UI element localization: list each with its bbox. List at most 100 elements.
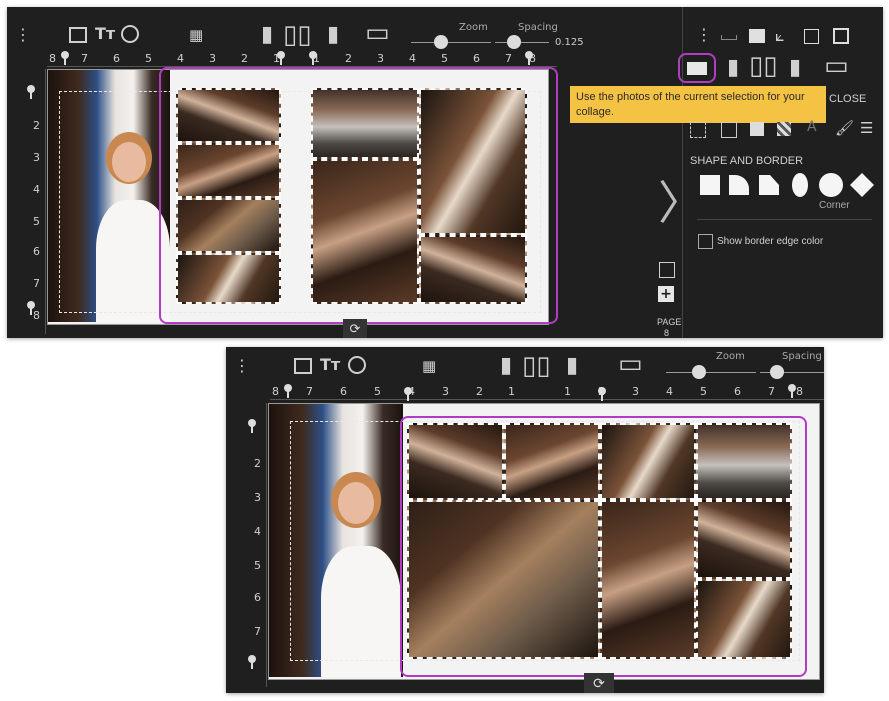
ruler-number: 4 [254,525,261,538]
ruler-number: 5 [33,215,40,228]
rotate-icon[interactable]: ⟳ [584,673,614,693]
border-inner-icon[interactable] [721,122,737,138]
ruler-number: 3 [632,385,639,398]
ruler-guide-handle[interactable] [309,51,317,65]
ruler-number: 4 [33,183,40,196]
ruler-number: 2 [241,52,248,65]
spread-view-icon[interactable]: ▯▯ [283,22,312,48]
right-panel-menu-icon[interactable]: ⋮ [696,25,712,44]
image-icon[interactable] [294,358,312,374]
ruler-number: 8 [49,52,56,65]
image-icon[interactable] [69,27,87,43]
ruler-guide-handle[interactable] [284,384,292,398]
tooltip: Use the photos of the current selection … [570,86,826,123]
zoom-slider-knob[interactable] [434,35,448,49]
ruler-number: 8 [796,385,803,398]
vertical-guide-handle[interactable] [27,85,35,99]
pattern-icon[interactable] [777,122,791,136]
border-edge-label: Show border edge color [717,236,824,247]
oval-shape-button[interactable] [792,173,808,197]
ruler-number: 6 [113,52,120,65]
zoom-slider-track[interactable] [411,42,491,43]
line-icon[interactable] [721,35,737,40]
next-page-arrow-icon[interactable]: 〉 [658,167,704,233]
book-icon[interactable]: ▭ [824,53,849,79]
diamond-shape-button[interactable] [850,173,874,197]
top-editor-panel: ⋮ Tт ▦ ▮ ▯▯ ▮ ▭ Zoom Spacing 0.125 8 7 6… [7,7,883,338]
add-icon[interactable]: + [658,286,674,302]
close-button[interactable]: CLOSE [829,93,866,105]
fill-icon[interactable] [750,122,764,136]
single-page-icon[interactable]: ▮ [727,57,739,79]
collage-selection-frame[interactable] [400,416,807,677]
ruler-guide-handle[interactable] [404,387,412,401]
circle-shape-button[interactable] [819,173,843,197]
vertical-dots-icon[interactable]: ⋮ [15,25,31,44]
zoom-label: Zoom [459,22,488,33]
rounded-corner-shape-button[interactable] [729,175,749,195]
spacing-value: 0.125 [555,37,584,48]
rotate-icon[interactable]: ⟳ [343,319,367,338]
right-page-view-icon[interactable]: ▮ [566,355,578,377]
left-page-view-icon[interactable]: ▮ [500,355,512,377]
zoom-label: Zoom [716,351,745,362]
horizontal-ruler: 8 7 6 5 4 3 2 1 1 2 3 4 5 6 7 8 [270,385,824,400]
left-page-view-icon[interactable]: ▮ [261,24,273,46]
layout-grid-icon[interactable]: ▦ [422,357,436,375]
ruler-number: 2 [476,385,483,398]
double-page-icon[interactable]: ▯▯ [749,53,778,79]
ruler-number: 7 [254,625,261,638]
collage-icon [687,62,707,75]
layout-grid-icon[interactable]: ▦ [189,26,203,44]
zoom-slider-knob[interactable] [692,365,706,379]
vertical-ruler: 2 3 4 5 6 7 8 [29,69,46,334]
ruler-number: 5 [254,559,261,572]
spacing-slider-track[interactable] [495,42,549,43]
square-shape-button[interactable] [700,175,720,195]
ruler-number: 7 [33,277,40,290]
collage-selection-frame[interactable] [159,67,558,324]
text-color-icon[interactable]: A [807,119,817,135]
ruler-guide-handle[interactable] [277,51,285,65]
text-icon[interactable]: Tт [320,355,340,374]
spacing-slider-knob[interactable] [770,365,784,379]
ruler-number: 7 [505,52,512,65]
ruler-guide-handle[interactable] [525,51,533,65]
border-edge-checkbox[interactable] [698,234,713,249]
text-icon[interactable]: Tт [95,24,115,43]
open-book-icon[interactable]: ▭ [618,351,643,377]
crop-icon[interactable]: ⟀ [775,26,785,46]
ruler-guide-handle[interactable] [788,384,796,398]
copy-icon[interactable] [833,28,849,44]
right-page-view-icon[interactable]: ▮ [327,24,339,46]
sticker-circle-icon[interactable] [121,25,139,43]
vertical-guide-handle[interactable] [248,419,256,433]
sticker-circle-icon[interactable] [348,356,366,374]
page-label: PAGE [657,317,682,327]
single-page-icon[interactable]: ▮ [789,57,801,79]
collage-from-selection-button[interactable] [678,53,716,83]
spread-view-icon[interactable]: ▯▯ [522,353,551,379]
ruler-number: 6 [33,245,40,258]
vertical-dots-icon[interactable]: ⋮ [234,356,250,375]
paint-roller-icon[interactable]: 🖌 [835,119,854,137]
horizontal-ruler: 8 7 6 5 4 3 2 1 1 2 3 4 5 6 7 8 [47,52,557,67]
ruler-number: 7 [768,385,775,398]
layout-icon[interactable] [749,29,765,43]
ruler-number: 7 [81,52,88,65]
ruler-number: 4 [409,52,416,65]
vertical-guide-handle[interactable] [248,655,256,669]
border-icon[interactable] [690,122,706,138]
cut-corner-shape-button[interactable] [759,175,779,195]
frame-icon[interactable] [804,29,819,44]
add-page-icon[interactable] [659,262,675,278]
ruler-number: 2 [345,52,352,65]
spacing-slider-knob[interactable] [507,35,521,49]
open-book-icon[interactable]: ▭ [365,20,390,46]
vertical-guide-handle[interactable] [27,301,35,315]
ruler-guide-handle[interactable] [598,387,606,401]
ruler-guide-handle[interactable] [61,51,69,65]
ruler-number: 6 [254,591,261,604]
adjust-sliders-icon[interactable]: ☰ [860,119,873,137]
zoom-slider-track[interactable] [666,372,756,373]
